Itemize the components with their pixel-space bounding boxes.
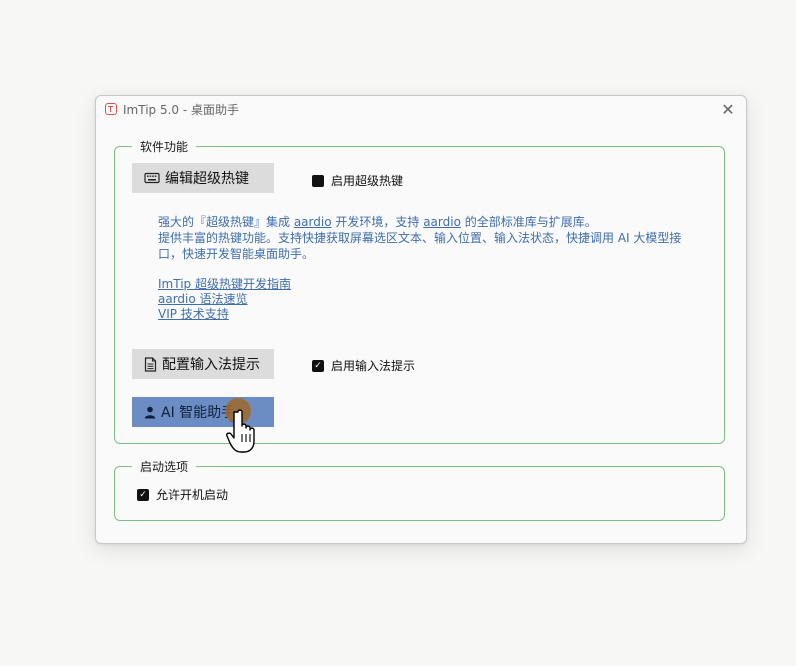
description-line-3: 口，快速开发智能桌面助手。: [158, 247, 315, 261]
enable-hotkey-checkbox-box[interactable]: [312, 174, 324, 187]
user-icon: [144, 406, 156, 419]
description-line-2: 提供丰富的热键功能。支持快捷获取屏幕选区文本、输入位置、输入法状态，快捷调用 A…: [158, 231, 682, 245]
startup-group-legend: 启动选项: [132, 458, 197, 475]
desc-text: 强大的『超级热键』集成: [158, 215, 294, 229]
config-ime-button[interactable]: 配置输入法提示: [132, 349, 274, 379]
aardio-link[interactable]: aardio: [423, 215, 461, 229]
aardio-link[interactable]: aardio: [294, 215, 332, 229]
features-group-legend: 软件功能: [132, 138, 197, 155]
edit-hotkey-button-label: 编辑超级热键: [165, 171, 249, 187]
window-title: ImTip 5.0 - 桌面助手: [123, 103, 239, 117]
hand-pointer-icon: [225, 398, 255, 453]
enable-ime-checkbox-box[interactable]: ✓: [312, 359, 324, 372]
description-line-1: 强大的『超级热键』集成 aardio 开发环境，支持 aardio 的全部标准库…: [158, 214, 698, 230]
vip-support-link[interactable]: VIP 技术支持: [158, 307, 291, 322]
allow-startup-checkbox-box[interactable]: ✓: [137, 488, 149, 501]
desc-text: 的全部标准库与扩展库。: [460, 215, 597, 229]
hotkey-description: 强大的『超级热键』集成 aardio 开发环境，支持 aardio 的全部标准库…: [158, 214, 698, 262]
enable-ime-checkbox[interactable]: ✓ 启用输入法提示: [312, 357, 415, 374]
enable-ime-label: 启用输入法提示: [331, 359, 416, 373]
document-icon: [144, 356, 157, 372]
close-icon[interactable]: ✕: [718, 100, 738, 120]
app-logo-icon: [105, 103, 117, 115]
desc-text: 开发环境，支持: [331, 215, 424, 229]
enable-hotkey-label: 启用超级热键: [331, 174, 404, 188]
dev-guide-link[interactable]: ImTip 超级热键开发指南: [158, 277, 291, 292]
config-ime-button-label: 配置输入法提示: [162, 357, 260, 373]
allow-startup-checkbox[interactable]: ✓ 允许开机启动: [137, 486, 228, 503]
allow-startup-label: 允许开机启动: [156, 488, 229, 502]
app-window: ImTip 5.0 - 桌面助手 ✕ 软件功能 编辑超级热键 启用超级热键 强大…: [95, 95, 747, 544]
edit-hotkey-button[interactable]: 编辑超级热键: [132, 163, 274, 193]
keyboard-icon: [144, 172, 160, 184]
enable-hotkey-checkbox[interactable]: 启用超级热键: [312, 172, 403, 189]
syntax-overview-link[interactable]: aardio 语法速览: [158, 292, 291, 307]
title-bar[interactable]: ImTip 5.0 - 桌面助手 ✕: [96, 96, 746, 124]
help-links: ImTip 超级热键开发指南 aardio 语法速览 VIP 技术支持: [158, 277, 291, 322]
